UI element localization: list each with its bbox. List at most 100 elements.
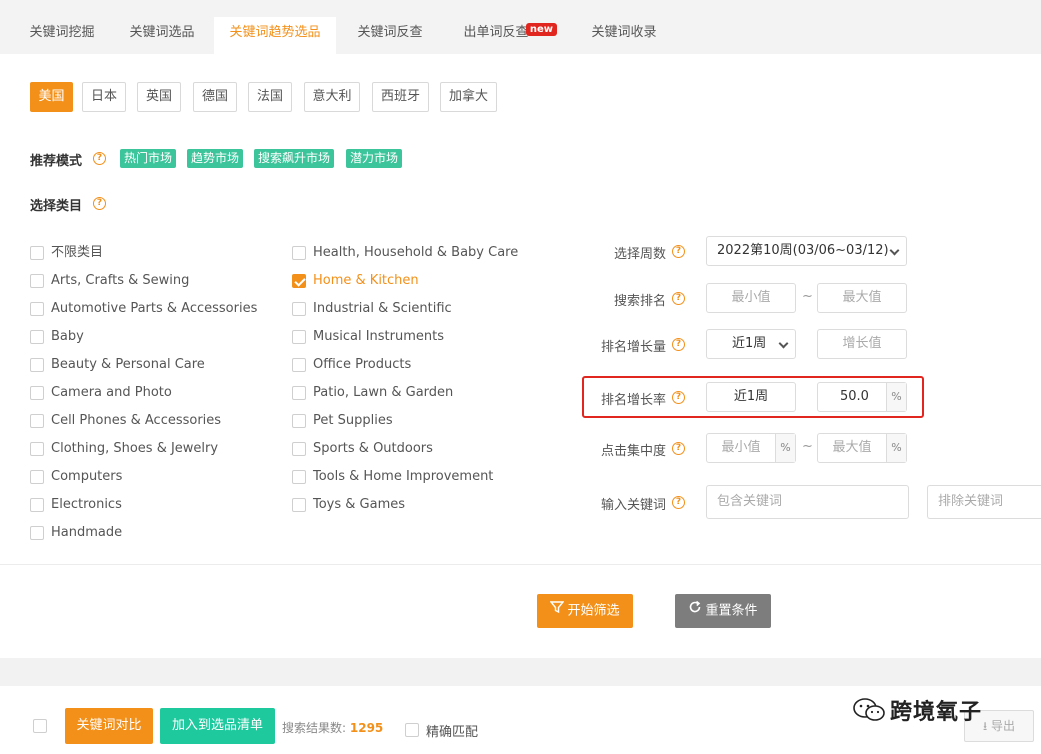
download-icon: ⭳	[982, 719, 988, 733]
checkbox[interactable]	[30, 246, 44, 260]
checkbox[interactable]	[30, 526, 44, 540]
checkbox-checked[interactable]	[292, 274, 306, 288]
help-icon[interactable]: ?	[672, 292, 685, 305]
category-name: Arts, Crafts & Sewing	[51, 273, 190, 288]
help-icon[interactable]: ?	[672, 245, 685, 258]
rank-label: 搜索排名	[613, 294, 666, 309]
rank-max-input[interactable]: 最大值	[817, 283, 907, 313]
filter-icon	[550, 594, 565, 628]
tab-label: 出单词反查	[463, 25, 529, 40]
exclude-keyword-input[interactable]: 排除关键词	[927, 485, 1041, 519]
checkbox[interactable]	[30, 274, 44, 288]
checkbox[interactable]	[292, 442, 306, 456]
watermark: 跨境氧子	[852, 694, 982, 729]
result-number: 1295	[349, 721, 384, 735]
country-es[interactable]: 西班牙	[372, 82, 429, 112]
tag-trend-market[interactable]: 趋势市场	[187, 149, 244, 168]
keyword-label: 输入关键词	[600, 498, 666, 513]
week-select[interactable]: 2022第10周(03/06~03/12)	[706, 236, 907, 266]
tag-hot-market[interactable]: 热门市场	[120, 149, 177, 168]
checkbox[interactable]	[292, 302, 306, 316]
rank-min-input[interactable]: 最小值	[706, 283, 796, 313]
country-uk[interactable]: 英国	[137, 82, 181, 112]
category-name: 不限类目	[51, 245, 104, 260]
category-name: Health, Household & Baby Care	[313, 245, 519, 260]
recommend-mode-label: 推荐模式	[30, 154, 83, 169]
help-icon[interactable]: ?	[672, 442, 685, 455]
country-jp[interactable]: 日本	[82, 82, 126, 112]
checkbox[interactable]	[292, 246, 306, 260]
checkbox[interactable]	[30, 330, 44, 344]
reset-label: 重置条件	[705, 603, 758, 619]
country-it[interactable]: 意大利	[304, 82, 360, 112]
tab-keyword-indexing[interactable]: 关键词收录	[576, 17, 672, 54]
checkbox[interactable]	[30, 302, 44, 316]
category-name: Handmade	[51, 525, 123, 540]
growth-label: 排名增长量	[600, 340, 666, 355]
checkbox[interactable]	[30, 358, 44, 372]
start-filter-label: 开始筛选	[567, 603, 620, 619]
week-label: 选择周数	[613, 247, 666, 262]
tab-order-word-reverse[interactable]: 出单词反查 new	[443, 17, 557, 54]
checkbox[interactable]	[292, 330, 306, 344]
keyword-compare-button[interactable]: 关键词对比	[65, 708, 153, 744]
checkbox[interactable]	[292, 386, 306, 400]
category-name: Industrial & Scientific	[313, 301, 452, 316]
checkbox[interactable]	[292, 414, 306, 428]
result-label: 搜索结果数:	[282, 721, 347, 735]
select-all-checkbox[interactable]	[33, 719, 47, 733]
tag-potential-market[interactable]: 潜力市场	[346, 149, 403, 168]
category-name: Automotive Parts & Accessories	[51, 301, 258, 316]
checkbox[interactable]	[30, 414, 44, 428]
divider	[0, 564, 1041, 565]
wechat-icon	[852, 697, 886, 729]
click-concentration-label: 点击集中度	[600, 444, 666, 459]
include-keyword-input[interactable]: 包含关键词	[706, 485, 909, 519]
percent-suffix: %	[886, 434, 906, 462]
section-separator	[0, 658, 1041, 686]
range-dash: ~	[802, 439, 813, 454]
click-max-placeholder: 最大值	[832, 440, 872, 455]
growth-period-select[interactable]: 近1周	[706, 329, 796, 359]
help-icon[interactable]: ?	[93, 197, 106, 210]
category-name: Sports & Outdoors	[313, 441, 433, 456]
checkbox[interactable]	[292, 498, 306, 512]
tab-keyword-mining[interactable]: 关键词挖掘	[14, 17, 110, 54]
country-ca[interactable]: 加拿大	[440, 82, 497, 112]
range-dash: ~	[802, 289, 813, 304]
add-to-list-button[interactable]: 加入到选品清单	[160, 708, 275, 744]
growth-period-value: 近1周	[732, 336, 767, 351]
click-min-input[interactable]: 最小值 %	[706, 433, 796, 463]
checkbox[interactable]	[30, 470, 44, 484]
tab-keyword-trend-selection[interactable]: 关键词趋势选品	[214, 17, 336, 54]
checkbox[interactable]	[30, 442, 44, 456]
category-label: 选择类目	[30, 199, 83, 214]
category-name: Camera and Photo	[51, 385, 172, 400]
tab-bar: 关键词挖掘 关键词选品 关键词趋势选品 关键词反查 出单词反查 new 关键词收…	[0, 0, 1041, 54]
help-icon[interactable]: ?	[672, 496, 685, 509]
country-fr[interactable]: 法国	[248, 82, 292, 112]
chevron-down-icon	[889, 245, 900, 256]
start-filter-button[interactable]: 开始筛选	[537, 594, 633, 628]
percent-suffix: %	[775, 434, 795, 462]
highlight-box	[582, 376, 924, 418]
category-name: Clothing, Shoes & Jewelry	[51, 441, 219, 456]
country-us[interactable]: 美国	[30, 82, 73, 112]
checkbox[interactable]	[292, 358, 306, 372]
category-name: Cell Phones & Accessories	[51, 413, 222, 428]
checkbox[interactable]	[30, 498, 44, 512]
checkbox[interactable]	[30, 386, 44, 400]
growth-value-input[interactable]: 增长值	[817, 329, 907, 359]
country-de[interactable]: 德国	[193, 82, 237, 112]
tab-keyword-reverse[interactable]: 关键词反查	[342, 17, 438, 54]
category-name: Office Products	[313, 357, 412, 372]
exact-match-checkbox[interactable]	[405, 723, 419, 737]
tab-keyword-selection[interactable]: 关键词选品	[114, 17, 210, 54]
click-max-input[interactable]: 最大值 %	[817, 433, 907, 463]
checkbox[interactable]	[292, 470, 306, 484]
week-value: 2022第10周(03/06~03/12)	[717, 243, 889, 258]
help-icon[interactable]: ?	[93, 152, 106, 165]
help-icon[interactable]: ?	[672, 338, 685, 351]
tag-search-surge-market[interactable]: 搜索飙升市场	[254, 149, 335, 168]
reset-button[interactable]: 重置条件	[675, 594, 771, 628]
